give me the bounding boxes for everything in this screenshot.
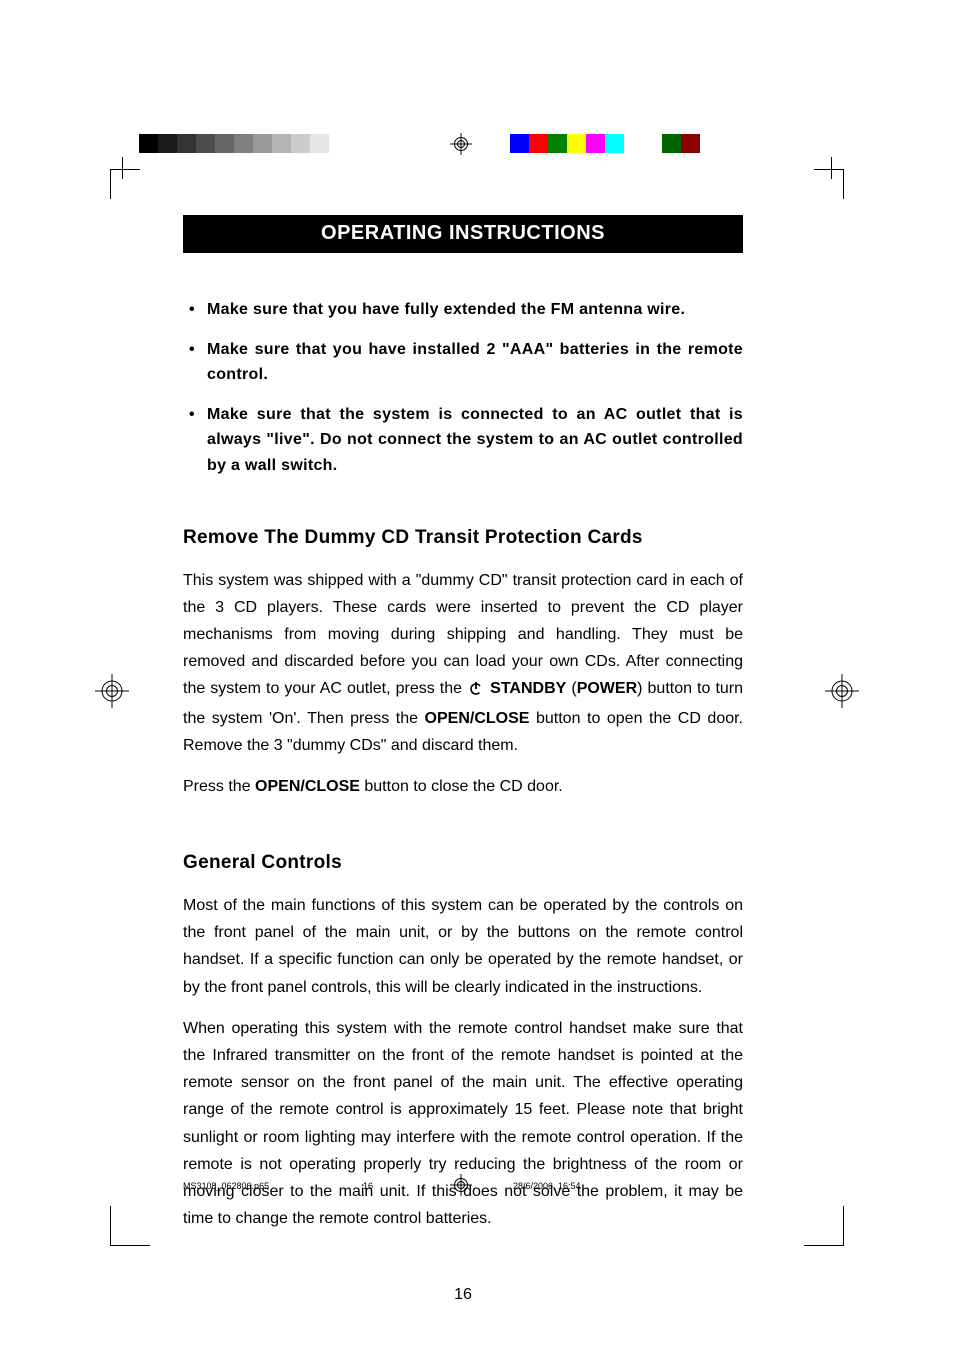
swatch [529,134,548,153]
crop-mark-bottom-left [110,1206,150,1246]
section-general-controls: General Controls Most of the main functi… [183,852,743,1232]
text: ( [566,680,576,697]
swatch [586,134,605,153]
section-heading: General Controls [183,852,743,874]
crop-tick-top-right [831,157,832,179]
swatch [158,134,177,153]
bullet-icon: • [183,297,207,323]
registration-mark-icon [825,674,859,708]
footer-page: 16 [363,1181,513,1191]
text: This system was shipped with a "dummy CD… [183,572,743,698]
registration-mark-icon [95,674,129,708]
page-number: 16 [183,1286,743,1304]
body-paragraph: When operating this system with the remo… [183,1015,743,1233]
checklist-item: • Make sure that the system is connected… [183,402,743,479]
checklist-item: • Make sure that you have fully extended… [183,297,743,323]
swatch [567,134,586,153]
open-close-label: OPEN/CLOSE [425,710,530,727]
body-paragraph: Press the OPEN/CLOSE button to close the… [183,773,743,800]
checklist-text: Make sure that you have fully extended t… [207,297,743,323]
swatch [510,134,529,153]
text: button to close the CD door. [360,778,563,795]
swatch [139,134,158,153]
swatch [291,134,310,153]
power-label: POWER [577,680,637,697]
crop-tick-top-left [122,157,123,179]
checklist: • Make sure that you have fully extended… [183,297,743,479]
swatch [177,134,196,153]
swatch [624,134,643,153]
checklist-item: • Make sure that you have installed 2 "A… [183,337,743,388]
registration-mark-icon [450,133,472,155]
checklist-text: Make sure that the system is connected t… [207,402,743,479]
swatch [310,134,329,153]
swatch [272,134,291,153]
swatch [643,134,662,153]
crop-mark-bottom-right [804,1206,844,1246]
printer-color-swatches [510,134,700,153]
printer-greyscale-swatches [139,134,329,153]
crop-mark-top-left [110,169,140,199]
section-remove-dummy-cd: Remove The Dummy CD Transit Protection C… [183,527,743,801]
swatch [662,134,681,153]
bullet-icon: • [183,402,207,428]
body-paragraph: Most of the main functions of this syste… [183,892,743,1001]
section-heading: Remove The Dummy CD Transit Protection C… [183,527,743,549]
swatch [681,134,700,153]
swatch [253,134,272,153]
footer-timestamp: 28/6/2006, 16:54 [513,1181,713,1191]
open-close-label: OPEN/CLOSE [255,778,360,795]
checklist-text: Make sure that you have installed 2 "AAA… [207,337,743,388]
power-icon [469,677,483,704]
page-title-banner: OPERATING INSTRUCTIONS [183,215,743,253]
swatch [605,134,624,153]
swatch [548,134,567,153]
bullet-icon: • [183,337,207,363]
print-footer: MS3108_062806.p65 16 28/6/2006, 16:54 [183,1181,743,1191]
swatch [234,134,253,153]
standby-label: STANDBY [485,680,566,697]
document-content: OPERATING INSTRUCTIONS • Make sure that … [183,215,743,1304]
body-paragraph: This system was shipped with a "dummy CD… [183,567,743,759]
swatch [215,134,234,153]
swatch [196,134,215,153]
footer-filename: MS3108_062806.p65 [183,1181,363,1191]
text: Press the [183,778,255,795]
crop-mark-top-right [814,169,844,199]
